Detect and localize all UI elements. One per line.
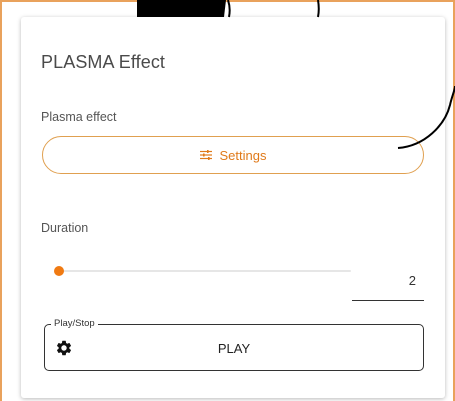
settings-button[interactable]: Settings bbox=[42, 136, 424, 174]
duration-slider[interactable] bbox=[54, 266, 351, 276]
settings-button-label: Settings bbox=[219, 147, 267, 163]
play-stop-legend: Play/Stop bbox=[51, 318, 98, 330]
slider-track bbox=[59, 270, 351, 272]
play-button[interactable]: PLAY bbox=[45, 341, 423, 356]
duration-input[interactable]: 2 bbox=[352, 271, 424, 301]
card-title: PLASMA Effect bbox=[41, 52, 166, 72]
slider-thumb[interactable] bbox=[54, 266, 64, 276]
plasma-effect-card: PLASMA Effect Plasma effect Settings Dur… bbox=[21, 17, 445, 398]
duration-label: Duration bbox=[41, 221, 89, 235]
plasma-effect-label: Plasma effect bbox=[41, 110, 117, 124]
play-stop-fieldset: Play/Stop PLAY bbox=[44, 318, 424, 371]
tune-icon bbox=[199, 150, 212, 160]
